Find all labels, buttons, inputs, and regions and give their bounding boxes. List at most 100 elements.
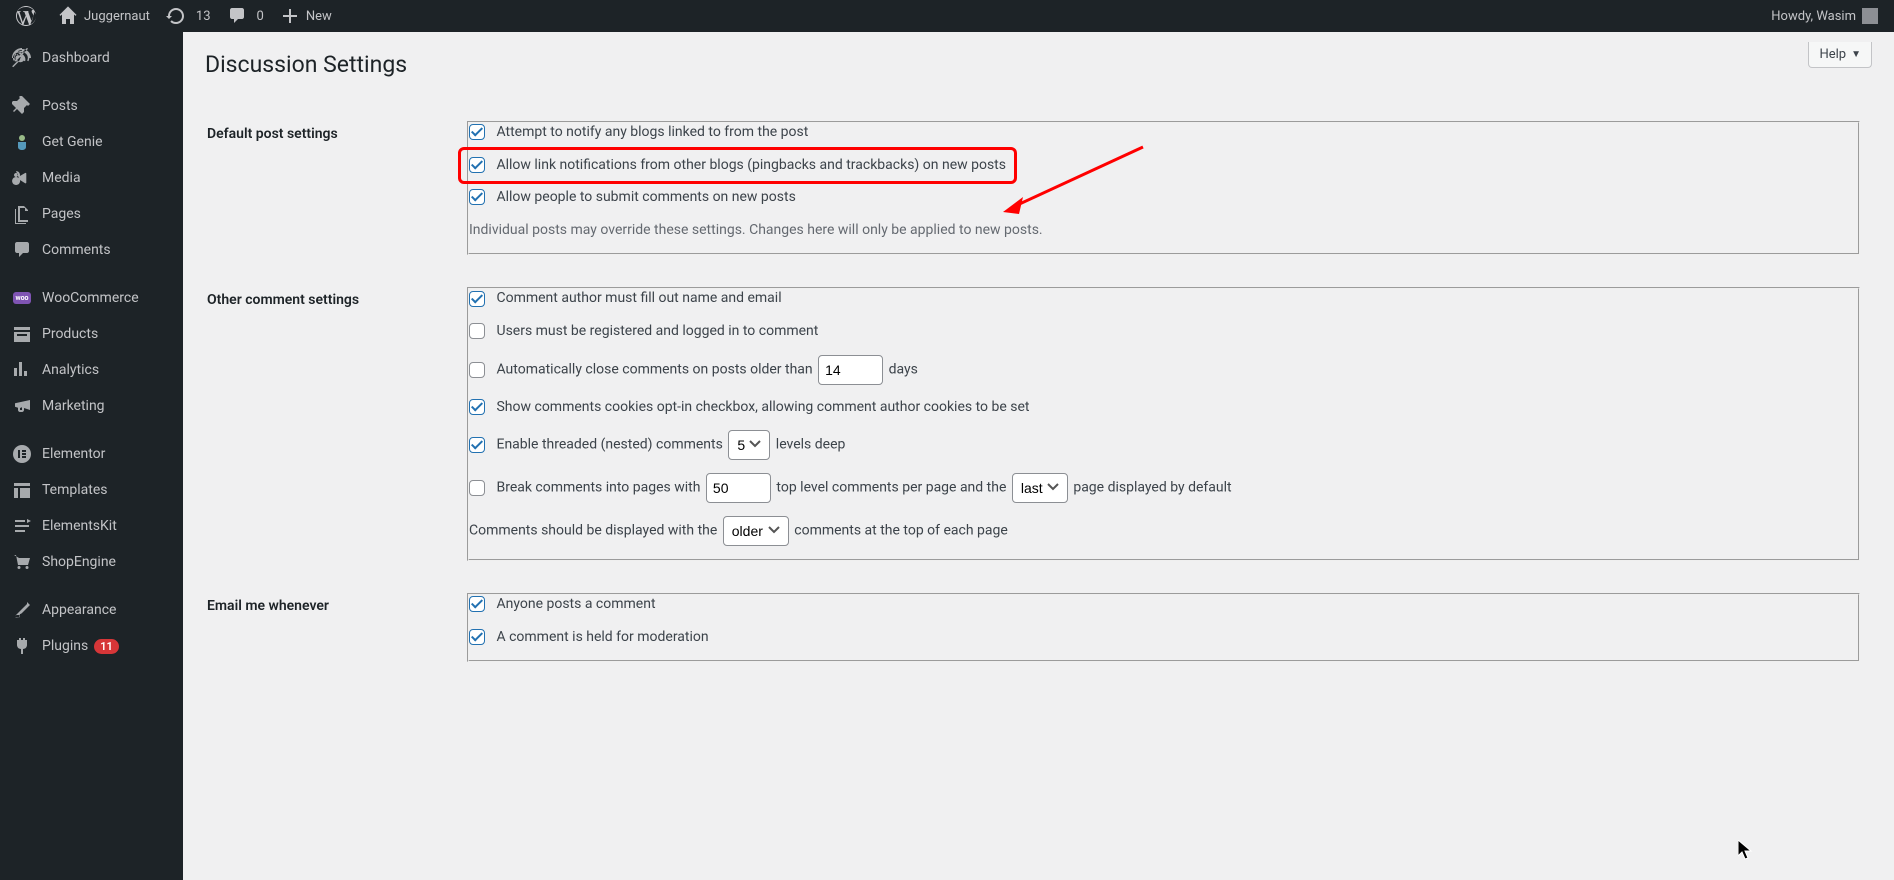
select-default-page[interactable]: last bbox=[1012, 473, 1068, 503]
sidebar-item-label: Appearance bbox=[42, 602, 116, 618]
sidebar-item-elementor[interactable]: Elementor bbox=[0, 436, 183, 472]
help-tab[interactable]: Help ▼ bbox=[1808, 42, 1872, 68]
sidebar-item-label: Analytics bbox=[42, 362, 99, 378]
sidebar-item-pages[interactable]: Pages bbox=[0, 196, 183, 232]
sidebar-item-shopengine[interactable]: ShopEngine bbox=[0, 544, 183, 580]
comments-count: 0 bbox=[257, 9, 264, 24]
elementskit-icon bbox=[12, 516, 32, 536]
sidebar-item-label: ShopEngine bbox=[42, 554, 116, 570]
admin-bar: Juggernaut 13 0 New Howdy, Wasim bbox=[0, 0, 1894, 32]
option-cookies-optin[interactable]: Show comments cookies opt-in checkbox, a… bbox=[469, 398, 1858, 418]
content-area: Help ▼ Discussion Settings Default post … bbox=[183, 32, 1894, 880]
option-allow-comments[interactable]: Allow people to submit comments on new p… bbox=[469, 188, 1858, 208]
caret-down-icon: ▼ bbox=[1851, 49, 1861, 60]
section-heading-default-post: Default post settings bbox=[207, 106, 455, 270]
input-days-old[interactable] bbox=[818, 355, 883, 385]
sidebar-item-label: Marketing bbox=[42, 398, 105, 414]
sidebar-item-woocommerce[interactable]: woo WooCommerce bbox=[0, 280, 183, 316]
sidebar-item-label: Get Genie bbox=[42, 134, 103, 150]
sidebar-item-label: Plugins bbox=[42, 638, 88, 654]
sidebar-item-comments[interactable]: Comments bbox=[0, 232, 183, 268]
new-content-link[interactable]: New bbox=[272, 0, 340, 32]
page-title: Discussion Settings bbox=[205, 42, 1872, 82]
sidebar-item-marketing[interactable]: Marketing bbox=[0, 388, 183, 424]
pages-icon bbox=[12, 204, 32, 224]
sidebar-item-label: Comments bbox=[42, 242, 111, 258]
select-comment-order[interactable]: older bbox=[723, 516, 789, 546]
sidebar-item-templates[interactable]: Templates bbox=[0, 472, 183, 508]
input-comments-per-page[interactable] bbox=[706, 473, 771, 503]
cursor-icon bbox=[1738, 840, 1754, 860]
howdy-label: Howdy, Wasim bbox=[1771, 9, 1856, 24]
wordpress-icon bbox=[16, 6, 36, 26]
checkbox-allow-comments[interactable] bbox=[469, 189, 485, 205]
option-close-old-comments[interactable]: Automatically close comments on posts ol… bbox=[469, 355, 1858, 385]
sidebar-item-label: Dashboard bbox=[42, 50, 110, 66]
brush-icon bbox=[12, 600, 32, 620]
option-notify-blogs[interactable]: Attempt to notify any blogs linked to fr… bbox=[469, 123, 1858, 143]
sidebar-item-posts[interactable]: Posts bbox=[0, 88, 183, 124]
plugins-badge: 11 bbox=[94, 639, 119, 654]
select-thread-depth[interactable]: 5 bbox=[728, 430, 770, 460]
site-name-label: Juggernaut bbox=[84, 9, 150, 24]
cart-icon bbox=[12, 552, 32, 572]
highlighted-option: Allow link notifications from other blog… bbox=[458, 147, 1017, 185]
checkbox-threaded-comments[interactable] bbox=[469, 437, 485, 453]
updates-count: 13 bbox=[196, 9, 211, 24]
new-label: New bbox=[306, 9, 332, 24]
checkbox-cookies-optin[interactable] bbox=[469, 399, 485, 415]
site-name-link[interactable]: Juggernaut bbox=[50, 0, 158, 32]
wp-logo[interactable] bbox=[8, 0, 50, 32]
option-allow-pingbacks[interactable]: Allow link notifications from other blog… bbox=[469, 156, 1006, 176]
update-icon bbox=[166, 6, 186, 26]
sidebar-item-label: Posts bbox=[42, 98, 78, 114]
sidebar-item-label: ElementsKit bbox=[42, 518, 117, 534]
plus-icon bbox=[280, 6, 300, 26]
sidebar-item-products[interactable]: Products bbox=[0, 316, 183, 352]
sidebar-item-getgenie[interactable]: Get Genie bbox=[0, 124, 183, 160]
checkbox-allow-pingbacks[interactable] bbox=[469, 157, 485, 173]
sidebar-item-label: Products bbox=[42, 326, 98, 342]
option-email-anyone-posts[interactable]: Anyone posts a comment bbox=[469, 595, 1858, 615]
dashboard-icon bbox=[12, 48, 32, 68]
sidebar-item-analytics[interactable]: Analytics bbox=[0, 352, 183, 388]
sidebar-item-label: Pages bbox=[42, 206, 81, 222]
sidebar-item-label: Templates bbox=[42, 482, 108, 498]
updates-link[interactable]: 13 bbox=[158, 0, 219, 32]
sidebar-item-media[interactable]: Media bbox=[0, 160, 183, 196]
checkbox-break-pages[interactable] bbox=[469, 480, 485, 496]
home-icon bbox=[58, 6, 78, 26]
sidebar-item-appearance[interactable]: Appearance bbox=[0, 592, 183, 628]
section-heading-email: Email me whenever bbox=[207, 578, 455, 677]
comments-link[interactable]: 0 bbox=[219, 0, 272, 32]
checkbox-notify-blogs[interactable] bbox=[469, 124, 485, 140]
checkbox-email-held-moderation[interactable] bbox=[469, 629, 485, 645]
avatar bbox=[1862, 8, 1878, 24]
woo-icon: woo bbox=[12, 288, 32, 308]
checkbox-close-old-comments[interactable] bbox=[469, 362, 485, 378]
option-break-pages[interactable]: Break comments into pages with top level… bbox=[469, 473, 1858, 503]
media-icon bbox=[12, 168, 32, 188]
products-icon bbox=[12, 324, 32, 344]
sidebar-item-plugins[interactable]: Plugins 11 bbox=[0, 628, 183, 664]
option-comment-order: Comments should be displayed with the ol… bbox=[469, 516, 1858, 546]
account-link[interactable]: Howdy, Wasim bbox=[1763, 0, 1886, 32]
section-heading-other-comment: Other comment settings bbox=[207, 272, 455, 576]
sidebar-item-label: Media bbox=[42, 170, 81, 186]
analytics-icon bbox=[12, 360, 32, 380]
help-label: Help bbox=[1819, 47, 1846, 62]
option-threaded-comments[interactable]: Enable threaded (nested) comments 5 leve… bbox=[469, 430, 1858, 460]
genie-icon bbox=[12, 132, 32, 152]
comments-icon bbox=[12, 240, 32, 260]
sidebar-item-label: Elementor bbox=[42, 446, 105, 462]
sidebar-item-dashboard[interactable]: Dashboard bbox=[0, 40, 183, 76]
option-email-held-moderation[interactable]: A comment is held for moderation bbox=[469, 628, 1858, 648]
sidebar-item-elementskit[interactable]: ElementsKit bbox=[0, 508, 183, 544]
option-registered-users[interactable]: Users must be registered and logged in t… bbox=[469, 322, 1858, 342]
pin-icon bbox=[12, 96, 32, 116]
default-post-note: Individual posts may override these sett… bbox=[469, 221, 1858, 241]
option-require-name-email[interactable]: Comment author must fill out name and em… bbox=[469, 289, 1858, 309]
checkbox-email-anyone-posts[interactable] bbox=[469, 596, 485, 612]
checkbox-registered-users[interactable] bbox=[469, 323, 485, 339]
checkbox-require-name-email[interactable] bbox=[469, 291, 485, 307]
